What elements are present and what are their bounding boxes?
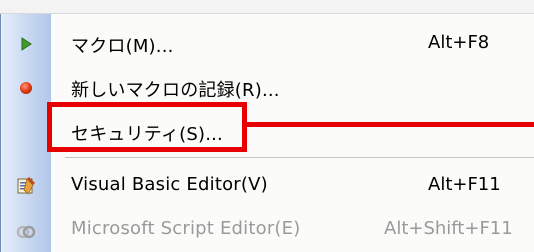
menu-item-label: Visual Basic Editor(V): [71, 174, 268, 195]
vba-editor-icon: [15, 175, 37, 197]
annotation-pointer-line: [247, 122, 534, 127]
menu-item-microsoft-script-editor[interactable]: Microsoft Script Editor(E) Alt+Shift+F11: [1, 208, 534, 252]
menu-item-shortcut: Alt+Shift+F11: [384, 218, 513, 239]
window-top-strip: [0, 0, 534, 14]
screenshot-stage: マクロ(M)... Alt+F8 新しいマクロの記録(R)... セキュリティ(…: [0, 0, 534, 252]
script-editor-icon: [15, 219, 37, 241]
menu-item-label: Microsoft Script Editor(E): [71, 218, 301, 239]
play-icon: [15, 33, 37, 55]
menu-item-label: 新しいマクロの記録(R)...: [71, 80, 280, 101]
menu-item-shortcut: Alt+F8: [428, 32, 490, 53]
menu-item-macros[interactable]: マクロ(M)... Alt+F8: [1, 22, 534, 66]
menu-separator: [65, 157, 534, 158]
record-icon: [15, 77, 37, 99]
menu-item-shortcut: Alt+F11: [428, 174, 501, 195]
menu-item-label: マクロ(M)...: [71, 36, 174, 57]
annotation-highlight-box: [47, 102, 247, 152]
menu-item-visual-basic-editor[interactable]: Visual Basic Editor(V) Alt+F11: [1, 164, 534, 208]
